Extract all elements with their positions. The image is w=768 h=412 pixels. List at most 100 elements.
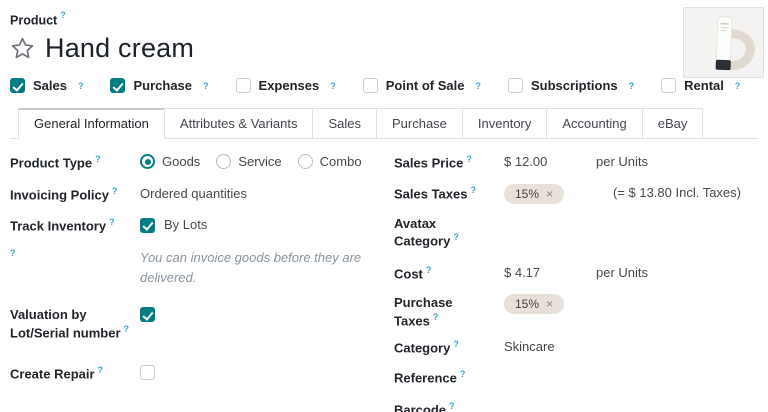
toggle-point-of-sale[interactable]: Point of Sale? [363,78,481,93]
field-label: Reference? [394,369,504,387]
field-valuation: Valuation by Lot/Serial number? [10,307,394,342]
field-invoicing-policy: Invoicing Policy? Ordered quantities [10,186,394,204]
create-repair-control [140,365,394,380]
toggle-subscriptions-label: Subscriptions [531,78,618,93]
field-label: Track Inventory? [10,217,140,235]
product-image[interactable] [683,7,764,78]
help-icon: ? [109,217,115,227]
notebook-tabs: General Information Attributes & Variant… [10,108,758,139]
tab-ebay[interactable]: eBay [642,108,704,139]
checkbox-subscriptions[interactable] [508,78,523,93]
help-icon: ? [460,369,466,379]
field-label: Sales Taxes? [394,185,504,203]
help-icon: ? [112,186,118,196]
field-purchase-taxes: Purchase Taxes? 15% × [394,295,758,330]
radio-service-circle[interactable] [216,154,231,169]
tab-accounting[interactable]: Accounting [546,108,642,139]
record-type-label: Product? [10,10,758,29]
purchase-taxes-tags: 15% × [504,295,596,314]
track-inventory-mode-select[interactable]: By Lots [164,217,207,234]
toggle-point-of-sale-label: Point of Sale [386,78,465,93]
help-icon: ? [735,81,741,91]
field-product-type: Product Type? Goods Service Combo [10,154,394,172]
radio-combo[interactable]: Combo [298,154,362,169]
field-label: Barcode? [394,401,504,412]
hand-cream-photo [684,8,763,77]
tab-attributes-variants[interactable]: Attributes & Variants [164,108,314,139]
help-icon: ? [203,81,209,91]
checkbox-track-inventory[interactable] [140,218,155,233]
category-input[interactable]: Skincare [504,339,596,356]
tab-general-information[interactable]: General Information [18,108,165,139]
toggle-rental[interactable]: Rental? [661,78,740,93]
radio-combo-circle[interactable] [298,154,313,169]
right-column: Sales Price? $ 12.00 per Units Sales Tax… [394,154,758,412]
checkbox-purchase[interactable] [110,78,125,93]
product-type-radio-group: Goods Service Combo [140,154,394,169]
sales-tax-tag[interactable]: 15% × [504,184,564,204]
toggle-subscriptions[interactable]: Subscriptions? [508,78,634,93]
field-label: Create Repair? [10,365,140,383]
remove-tax-icon[interactable]: × [546,187,553,201]
help-icon: ? [60,10,66,20]
module-toggle-row: Sales? Purchase? Expenses? Point of Sale… [10,77,758,94]
incl-taxes-note: (= $ 13.80 Incl. Taxes) [596,185,758,200]
help-icon: ? [449,401,455,411]
checkbox-expenses[interactable] [236,78,251,93]
field-label: ? [10,248,140,266]
toggle-expenses[interactable]: Expenses? [236,78,336,93]
field-category: Category? Skincare [394,339,758,357]
field-label: Product Type? [10,154,140,172]
help-icon: ? [466,154,472,164]
tab-inventory[interactable]: Inventory [462,108,547,139]
sales-tax-tag-label: 15% [515,187,539,201]
track-inventory-control: By Lots [140,217,394,234]
tab-sales[interactable]: Sales [312,108,377,139]
product-name-field[interactable]: Hand cream [45,33,194,64]
cost-input[interactable]: $ 4.17 [504,265,596,282]
favorite-star-icon[interactable] [10,36,35,61]
sales-price-uom: per Units [596,154,758,169]
radio-goods-circle[interactable] [140,154,155,169]
field-label: Sales Price? [394,154,504,172]
help-icon: ? [453,232,459,242]
toggle-purchase-label: Purchase [133,78,192,93]
help-icon: ? [124,324,130,334]
radio-goods[interactable]: Goods [140,154,200,169]
toggle-sales[interactable]: Sales? [10,78,83,93]
record-type-text: Product [10,13,57,27]
radio-goods-label: Goods [162,154,200,169]
help-icon: ? [98,365,104,375]
toggle-purchase[interactable]: Purchase? [110,78,208,93]
radio-service-label: Service [238,154,281,169]
field-sales-price: Sales Price? $ 12.00 per Units [394,154,758,172]
help-icon: ? [78,81,84,91]
tab-purchase[interactable]: Purchase [376,108,463,139]
field-label: Purchase Taxes? [394,295,504,330]
checkbox-valuation[interactable] [140,307,155,322]
help-icon: ? [10,248,16,258]
invoicing-hint-text: You can invoice goods before they are de… [140,248,372,288]
field-label: Avatax Category? [394,216,504,251]
radio-service[interactable]: Service [216,154,281,169]
checkbox-point-of-sale[interactable] [363,78,378,93]
field-reference: Reference? [394,369,758,387]
field-label: Invoicing Policy? [10,186,140,204]
invoicing-policy-select[interactable]: Ordered quantities [140,186,394,203]
remove-tax-icon[interactable]: × [546,297,553,311]
checkbox-sales[interactable] [10,78,25,93]
field-label: Valuation by Lot/Serial number? [10,307,140,342]
checkbox-create-repair[interactable] [140,365,155,380]
field-barcode: Barcode? [394,401,758,412]
field-invoicing-hint: ? You can invoice goods before they are … [10,248,394,288]
product-form-page: Product? Hand cream Sales? Purchase? Exp… [0,0,768,412]
cost-uom: per Units [596,265,758,280]
help-icon: ? [470,185,476,195]
field-create-repair: Create Repair? [10,365,394,383]
sales-price-input[interactable]: $ 12.00 [504,154,596,171]
checkbox-rental[interactable] [661,78,676,93]
purchase-tax-tag[interactable]: 15% × [504,294,564,314]
left-column: Product Type? Goods Service Combo [10,154,394,412]
help-icon: ? [629,81,635,91]
toggle-rental-label: Rental [684,78,724,93]
